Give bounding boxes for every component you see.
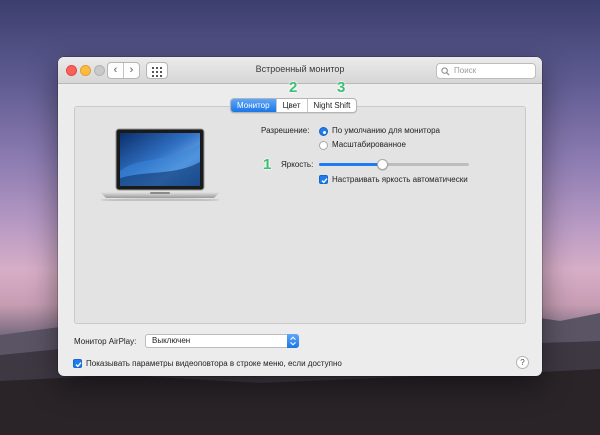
mirroring-label: Показывать параметры видеоповтора в стро… — [86, 359, 342, 368]
annotation-number-1: 1 — [263, 156, 272, 173]
brightness-label: Яркость: — [281, 160, 314, 169]
resolution-scaled-label: Масштабированное — [332, 140, 406, 149]
resolution-scaled-radio[interactable] — [319, 141, 328, 150]
help-button[interactable]: ? — [516, 356, 529, 369]
chevron-up-down-icon — [287, 334, 299, 348]
tab-display[interactable]: Монитор — [231, 99, 276, 112]
brightness-slider-fill — [319, 163, 382, 166]
title-bar: ‹ › Встроенный монитор Поиск — [58, 57, 542, 84]
checkmark-icon — [321, 178, 328, 184]
airplay-select-value: Выключен — [152, 336, 191, 345]
auto-brightness-label: Настраивать яркость автоматически — [332, 175, 468, 184]
search-icon — [441, 67, 450, 76]
tab-night-shift[interactable]: Night Shift — [306, 99, 357, 112]
tab-bar: Монитор Цвет Night Shift — [230, 98, 358, 113]
search-field[interactable]: Поиск — [436, 63, 536, 79]
annotation-number-3: 3 — [337, 79, 346, 96]
brightness-slider[interactable] — [319, 159, 469, 170]
airplay-select[interactable]: Выключен — [145, 334, 299, 348]
checkmark-icon — [75, 362, 82, 368]
auto-brightness-checkbox[interactable] — [319, 175, 328, 184]
search-placeholder: Поиск — [454, 66, 477, 75]
resolution-default-label: По умолчанию для монитора — [332, 126, 440, 135]
resolution-default-radio[interactable] — [319, 127, 328, 136]
airplay-label: Монитор AirPlay: — [74, 337, 137, 346]
tab-color[interactable]: Цвет — [275, 99, 307, 112]
display-preferences-window: ‹ › Встроенный монитор Поиск Монитор Цве… — [58, 57, 542, 376]
mirroring-checkbox[interactable] — [73, 359, 82, 368]
annotation-number-2: 2 — [289, 79, 298, 96]
laptop-icon — [100, 128, 220, 201]
resolution-label: Разрешение: — [261, 126, 310, 135]
